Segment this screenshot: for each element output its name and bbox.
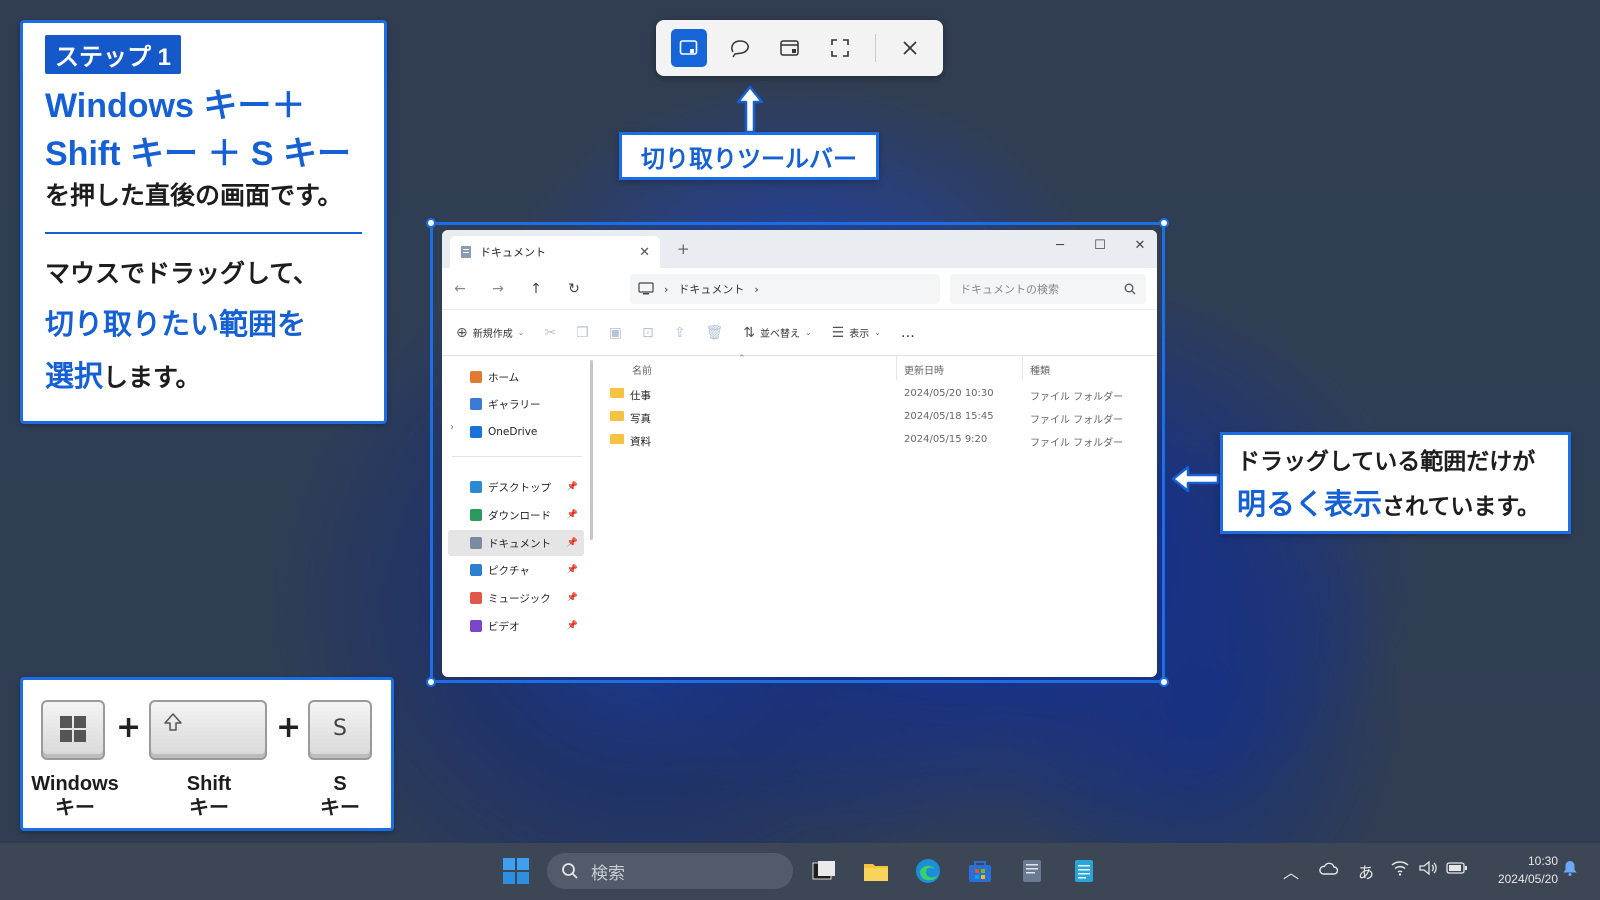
ime-indicator[interactable]: あ: [1358, 859, 1374, 883]
taskbar-search-placeholder: 検索: [591, 863, 625, 884]
step-select-highlight: 選択: [45, 359, 104, 393]
rectangle-snip-icon: [679, 40, 698, 55]
drag-caption-line2: 明るく表示されています。: [1237, 483, 1554, 528]
notes-app-icon[interactable]: [1070, 857, 1098, 885]
toolbar-separator: [874, 34, 876, 62]
toolbar-caption: 切り取りツールバー: [619, 132, 879, 180]
drag-caption-rest: されています。: [1382, 494, 1541, 520]
windows-key-name: Windows: [31, 773, 119, 795]
selection-handle[interactable]: [1159, 677, 1169, 687]
onedrive-cloud-icon[interactable]: [1318, 861, 1338, 877]
step-line-windows: Windows キー＋: [45, 87, 306, 125]
freeform-snip-icon: [730, 40, 749, 58]
snip-selection-rectangle[interactable]: [426, 218, 1169, 687]
store-icon[interactable]: [966, 857, 994, 885]
taskbar: 検索 ︿ あ 10:30 2024/05/20: [0, 843, 1600, 900]
step-line-mouse: マウスでドラッグして、: [45, 259, 319, 288]
arrow-up-icon: [736, 85, 764, 134]
plus-sign: +: [116, 710, 142, 745]
arrow-left-icon: [1171, 465, 1220, 493]
window-snip-button[interactable]: [772, 29, 808, 67]
step-divider: [45, 232, 362, 234]
selection-handle[interactable]: [426, 677, 436, 687]
fullscreen-snip-icon: [831, 39, 850, 57]
start-icon[interactable]: [502, 857, 530, 885]
s-key-name: S: [333, 773, 347, 795]
clock-time: 10:30: [1527, 854, 1558, 868]
file-explorer-icon[interactable]: [862, 857, 890, 885]
shortcut-panel: + + S Windows キー Shift キー S キー: [20, 677, 394, 831]
selection-handle[interactable]: [1159, 218, 1169, 228]
selection-handle[interactable]: [426, 218, 436, 228]
clock[interactable]: 10:30 2024/05/20: [1478, 852, 1558, 888]
search-icon: [562, 863, 578, 879]
step-line-desc: を押した直後の画面です。: [45, 181, 343, 210]
shift-key: [149, 700, 267, 760]
step-line-shift: Shift キー ＋ S キー: [45, 135, 351, 173]
drag-caption-line1: ドラッグしている範囲だけが: [1237, 449, 1536, 475]
windows-logo-icon: [60, 716, 86, 742]
taskbar-search-input[interactable]: 検索: [547, 853, 793, 889]
plus-sign: +: [276, 710, 302, 745]
s-key-caption: S キー: [309, 772, 371, 820]
step-select-rest: します。: [103, 363, 201, 392]
notepad-icon[interactable]: [1018, 857, 1046, 885]
key-word: キー: [189, 797, 229, 819]
step-panel: ステップ 1 Windows キー＋ Shift キー ＋ S キー を押した直…: [20, 20, 387, 424]
close-icon: [903, 41, 917, 55]
key-word: キー: [55, 797, 95, 819]
drag-caption-highlight-1: 明るく: [1237, 487, 1325, 521]
s-key: S: [308, 700, 372, 760]
windows-key-caption: Windows キー: [27, 772, 123, 820]
step-line-select: 選択します。: [45, 350, 362, 402]
chevron-up-icon[interactable]: ︿: [1283, 859, 1299, 883]
drag-caption-highlight-2: 表示: [1324, 487, 1383, 521]
volume-icon[interactable]: [1418, 859, 1438, 877]
shift-arrow-icon: [164, 713, 182, 731]
snipping-toolbar: [656, 20, 943, 76]
clock-date: 2024/05/20: [1497, 872, 1558, 886]
notification-bell-icon[interactable]: [1562, 859, 1578, 877]
key-word: キー: [320, 797, 360, 819]
rectangle-snip-button[interactable]: [671, 29, 708, 67]
battery-icon[interactable]: [1446, 861, 1468, 875]
fullscreen-snip-button[interactable]: [822, 29, 858, 67]
shift-key-caption: Shift キー: [159, 772, 259, 820]
windows-key: [41, 700, 105, 760]
shift-key-name: Shift: [186, 773, 232, 795]
s-key-cap: S: [333, 716, 347, 741]
close-snip-button[interactable]: [892, 29, 928, 67]
task-view-icon[interactable]: [810, 857, 838, 885]
edge-icon[interactable]: [914, 857, 942, 885]
freeform-snip-button[interactable]: [721, 29, 757, 67]
step-badge: ステップ 1: [45, 35, 182, 74]
window-snip-icon: [780, 40, 799, 56]
wifi-icon[interactable]: [1390, 859, 1410, 877]
step-line-range: 切り取りたい範囲を: [45, 307, 307, 341]
drag-caption: ドラッグしている範囲だけが 明るく表示されています。: [1220, 432, 1571, 534]
